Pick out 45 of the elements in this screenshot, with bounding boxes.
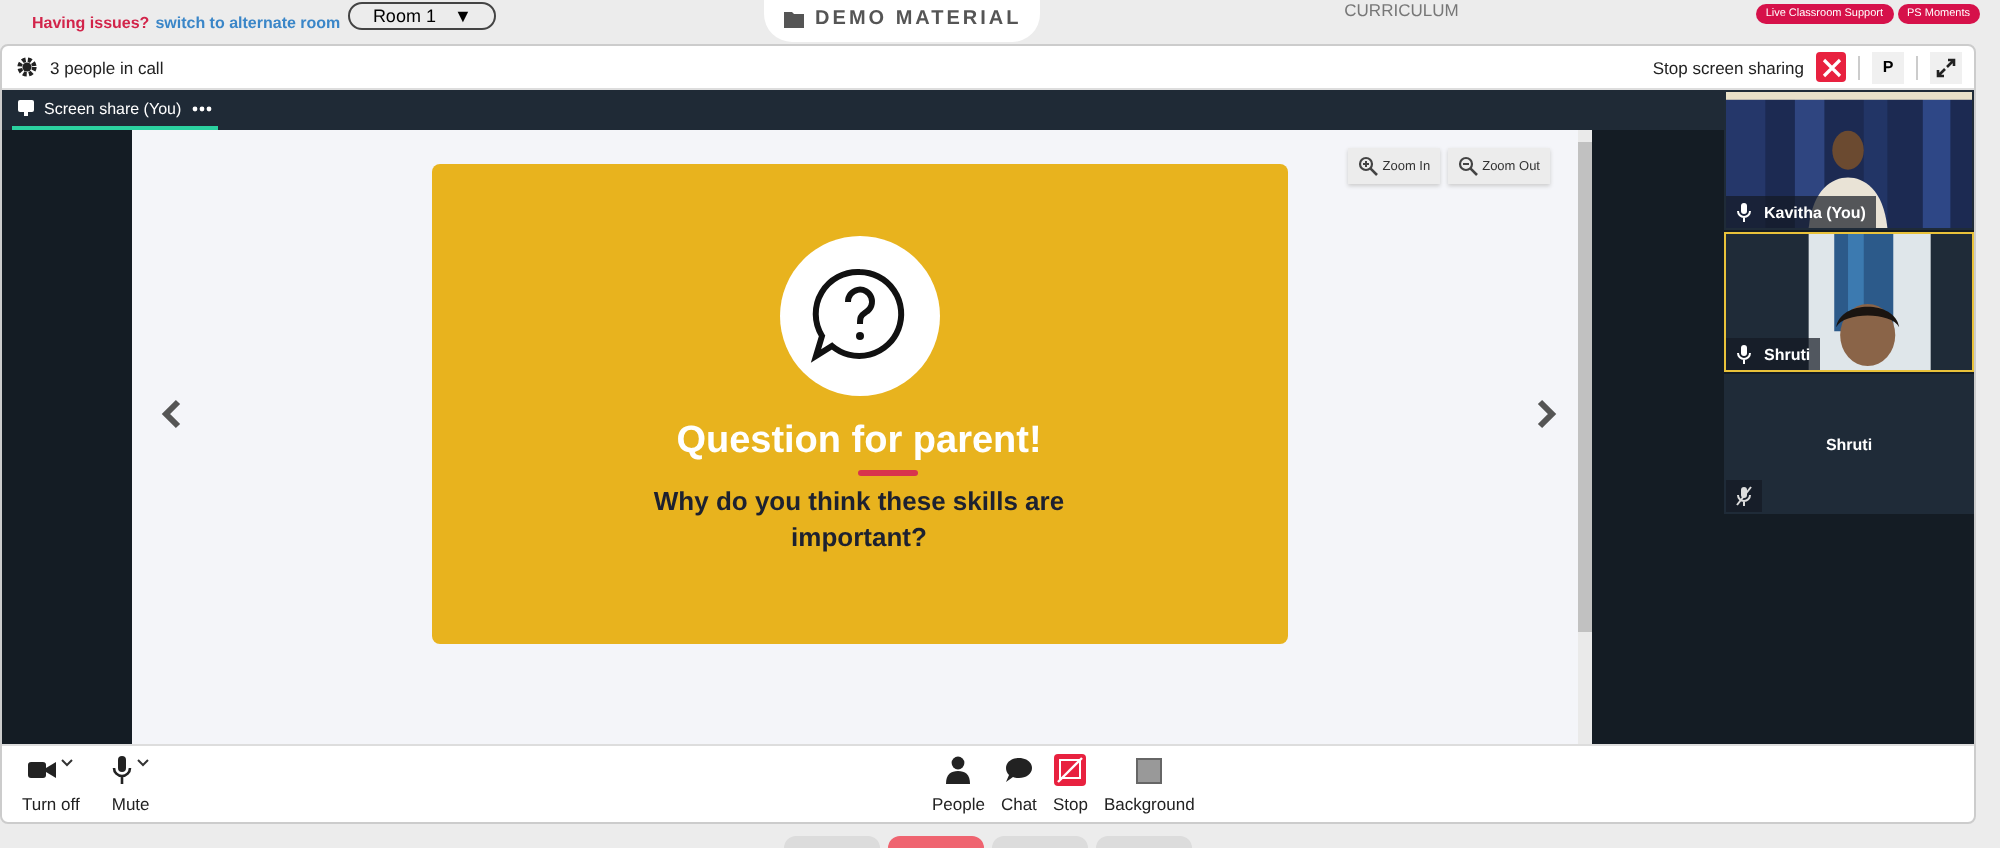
mute-button[interactable]: Mute [111,755,150,813]
stop-button[interactable]: Stop [1052,755,1088,813]
camera-icon [27,760,56,780]
stop-sharing-label: Stop screen sharing [1652,57,1804,77]
screen-icon [18,100,34,116]
issue-text: Having issues? [32,13,150,31]
background-icon [1136,757,1163,783]
chat-icon [1005,758,1032,782]
participant-tile[interactable]: Shruti [1724,374,1974,514]
camera-button[interactable]: Turn off [22,755,80,813]
room-select[interactable]: Room 1 ▼ [348,2,497,30]
people-count: 3 people in call [50,57,164,77]
mic-icon [1736,202,1752,222]
scrollbar[interactable] [1578,130,1592,744]
demo-material-button[interactable]: DEMO MATERIAL [764,0,1041,42]
curriculum-tab[interactable]: CURRICULUM [1344,0,1459,20]
stop-share-icon [1054,754,1087,786]
zoom-in-icon [1358,156,1379,176]
slide-question: Why do you think these skills are important? [651,484,1067,556]
settings-icon[interactable] [16,56,38,78]
participant-tile[interactable]: Kavitha (You) [1724,90,1974,230]
muted-mic-icon [1736,486,1752,506]
slide-title: Question for parent! [676,420,1042,464]
question-bubble-icon [779,236,939,396]
page-tab[interactable] [888,836,984,848]
participant-tile[interactable]: Shruti [1724,232,1974,372]
p-button[interactable]: P [1872,51,1904,83]
background-button[interactable]: Background [1103,755,1195,813]
zoom-out-icon [1458,156,1479,176]
close-button[interactable] [1816,52,1846,82]
participant-name: Shruti [1764,345,1811,363]
close-icon [1821,57,1841,77]
chat-button[interactable]: Chat [1000,755,1037,813]
people-button[interactable]: People [932,755,985,813]
caret-icon[interactable] [59,757,74,767]
expand-icon [1936,57,1956,77]
fullscreen-button[interactable] [1930,51,1962,83]
mic-icon [1736,344,1752,364]
mic-icon [111,756,132,784]
more-icon[interactable] [191,105,212,111]
folder-icon [783,9,804,27]
caret-icon[interactable] [135,757,150,767]
participant-name: Kavitha (You) [1764,203,1866,221]
participant-name: Shruti [1825,435,1873,453]
person-icon [946,756,971,784]
